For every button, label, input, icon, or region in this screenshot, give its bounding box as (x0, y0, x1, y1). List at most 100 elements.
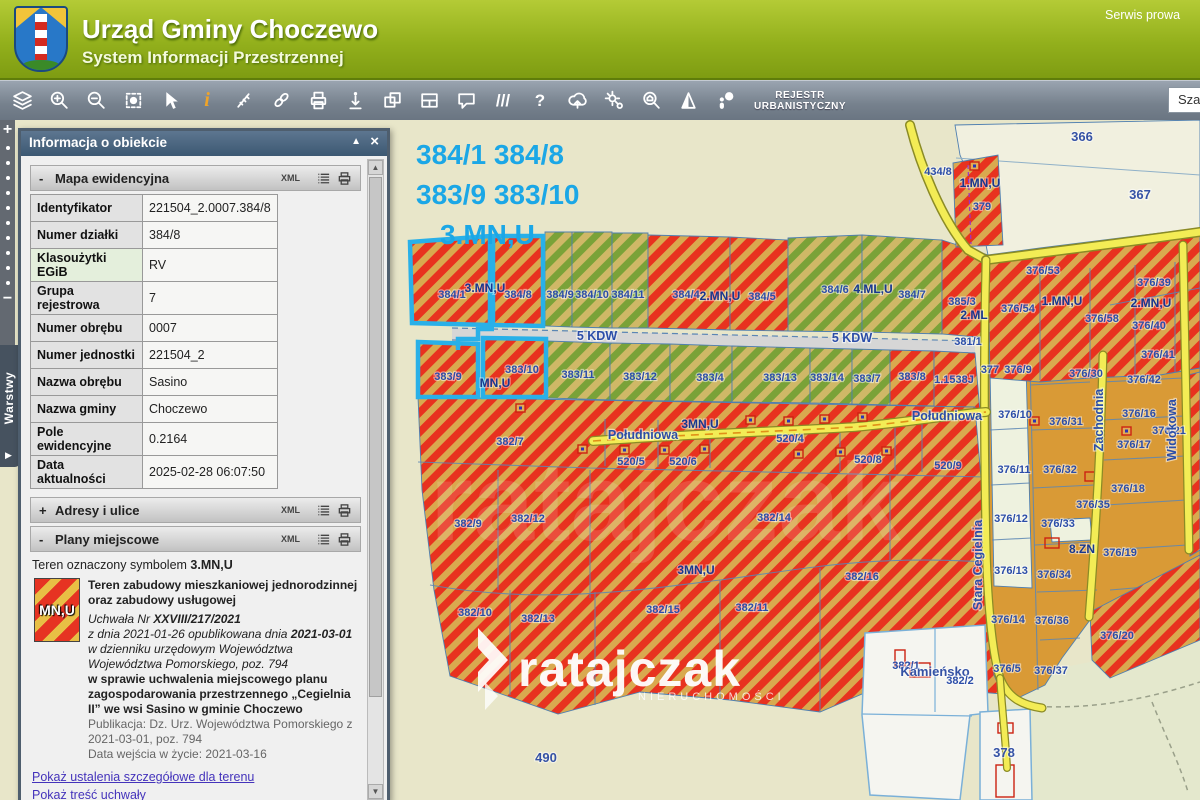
attribute-value: 221504_2.0007.384/8 (142, 194, 278, 222)
map-label: 384/10 (575, 289, 609, 301)
attribute-row: Grupa rejestrowa 7 (30, 281, 278, 315)
attribute-row: Klasoużytki EGiB RV (30, 248, 278, 282)
list-view-icon[interactable] (316, 503, 331, 518)
attribute-value: 7 (142, 281, 278, 315)
map-label: 376/20 (1100, 630, 1134, 642)
map-label: 376/40 (1132, 320, 1166, 332)
map-label: 384/1 (438, 289, 466, 301)
attribute-row: Nazwa gminy Choczewo (30, 395, 278, 423)
map-label: 383/14 (810, 372, 845, 384)
print-section-icon[interactable] (337, 171, 352, 186)
xml-export-icon[interactable]: XML (281, 534, 300, 544)
section-title: Plany miejscowe (55, 531, 160, 547)
compare-windows-button[interactable] (378, 87, 406, 115)
section-adresy-i-ulice[interactable]: + Adresy i ulice XML (30, 497, 361, 523)
list-view-icon[interactable] (316, 532, 331, 547)
scroll-down-icon[interactable]: ▼ (368, 784, 383, 799)
map-label: 376/31 (1049, 416, 1083, 428)
section-title: Adresy i ulice (55, 502, 140, 518)
map-label: 4.ML,U (853, 282, 892, 296)
select-area-button[interactable] (119, 87, 147, 115)
layout-icon (420, 93, 438, 108)
comment-button[interactable] (452, 87, 480, 115)
plan-subject: w sprawie uchwalenia miejscowego planu z… (88, 672, 351, 716)
link-show-resolution[interactable]: Pokaż treść uchwały (32, 788, 361, 800)
zoom-slider-minus[interactable]: − (3, 290, 12, 308)
link-button[interactable] (267, 87, 295, 115)
layers-panel-tab[interactable]: Warstwy ▶ (0, 345, 20, 467)
attribute-label: Klasoużytki EGiB (30, 248, 143, 282)
search-input[interactable]: Sza (1168, 87, 1200, 113)
scroll-up-icon[interactable]: ▲ (368, 160, 383, 175)
map-label: 382/12 (511, 513, 545, 525)
zoom-out-button[interactable] (82, 87, 110, 115)
panel-close-icon[interactable]: × (370, 133, 379, 150)
map-label: 376/36 (1035, 615, 1069, 627)
help-button[interactable]: ? (526, 87, 554, 115)
download-button[interactable] (341, 87, 369, 115)
panel-body: - Mapa ewidencyjna XML Identyfikator 2215… (21, 156, 387, 800)
print-section-icon[interactable] (337, 532, 352, 547)
app-header: Urząd Gminy Choczewo System Informacji P… (0, 0, 1200, 80)
map-label: 376/32 (1043, 464, 1077, 476)
attribute-value: 221504_2 (142, 341, 278, 369)
map-label: 376/11 (997, 464, 1030, 476)
xml-export-icon[interactable]: XML (281, 505, 300, 515)
zoom-in-icon (50, 91, 68, 109)
print-button[interactable] (304, 87, 332, 115)
measure-button[interactable] (230, 87, 258, 115)
feedback-button[interactable] (711, 87, 739, 115)
feedback-icon (719, 92, 733, 109)
zoom-slider-plus[interactable]: + (3, 120, 12, 140)
search-address-icon (642, 91, 660, 109)
print-section-icon[interactable] (337, 503, 352, 518)
search-address-button[interactable] (637, 87, 665, 115)
measure-lines-button[interactable]: /// (489, 87, 517, 115)
layers-icon (12, 91, 32, 110)
link-show-zone-details[interactable]: Pokaż ustalenia szczegółowe dla terenu (32, 770, 361, 784)
settings-button[interactable] (600, 87, 628, 115)
cloud-upload-icon (567, 92, 587, 109)
map-label: 385/3 (948, 296, 976, 308)
service-note: Serwis prowa (1105, 8, 1181, 22)
section-mapa-ewidencyjna[interactable]: - Mapa ewidencyjna XML (30, 165, 361, 191)
panel-scrollbar[interactable]: ▲ ▼ (367, 159, 384, 800)
attribute-row: Nazwa obrębu Sasino (30, 368, 278, 396)
map-label: 383/13 (763, 372, 797, 384)
svg-text:NIERUCHOMOŚCI: NIERUCHOMOŚCI (638, 690, 785, 703)
map-label: 376/35 (1076, 499, 1110, 511)
map-label: 382/15 (646, 604, 680, 616)
info-button[interactable]: i (193, 87, 221, 115)
list-view-icon[interactable] (316, 171, 331, 186)
analysis-3d-button[interactable] (674, 87, 702, 115)
map-canvas[interactable]: ratajczak ratajczak NIERUCHOMOŚCI 384/1 … (390, 120, 1200, 800)
map-label: 2.MN,U (700, 289, 741, 303)
map-label: MN,U (480, 376, 511, 390)
layers-tab-arrow-icon: ▶ (5, 450, 12, 460)
map-label: 382/13 (521, 613, 555, 625)
map-label: Południowa (912, 409, 983, 423)
cloud-upload-button[interactable] (563, 87, 591, 115)
map-label: 376/41 (1141, 349, 1175, 361)
pointer-button[interactable] (156, 87, 184, 115)
attribute-row: Identyfikator 221504_2.0007.384/8 (30, 194, 278, 222)
watermark-faint: ratajczak (430, 441, 902, 564)
scrollbar-thumb[interactable] (369, 177, 382, 697)
attribute-row: Pole ewidencyjne 0.2164 (30, 422, 278, 456)
panel-collapse-icon[interactable]: ▲ (351, 136, 361, 147)
map-label: 520/6 (669, 456, 697, 468)
map-label: Widokowa (1165, 398, 1179, 461)
layers-button[interactable] (8, 87, 36, 115)
section-title: Mapa ewidencyjna (55, 170, 170, 186)
layout-button[interactable] (415, 87, 443, 115)
map-label: 383/4 (696, 372, 724, 384)
plan-zone-note: Teren oznaczony symbolem 3.MN,U (32, 558, 233, 572)
xml-export-icon[interactable]: XML (281, 173, 300, 183)
map-label: 384/1 384/8 (416, 139, 564, 170)
resolution-number: XXVIII/217/2021 (153, 612, 241, 626)
zoom-in-button[interactable] (45, 87, 73, 115)
section-plany-miejscowe[interactable]: - Plany miejscowe XML (30, 526, 361, 552)
map-label: 384/5 (748, 291, 776, 303)
map-label: 376/12 (994, 513, 1028, 525)
rejestr-urbanistyczny-button[interactable]: REJESTR URBANISTYCZNY (754, 90, 846, 112)
